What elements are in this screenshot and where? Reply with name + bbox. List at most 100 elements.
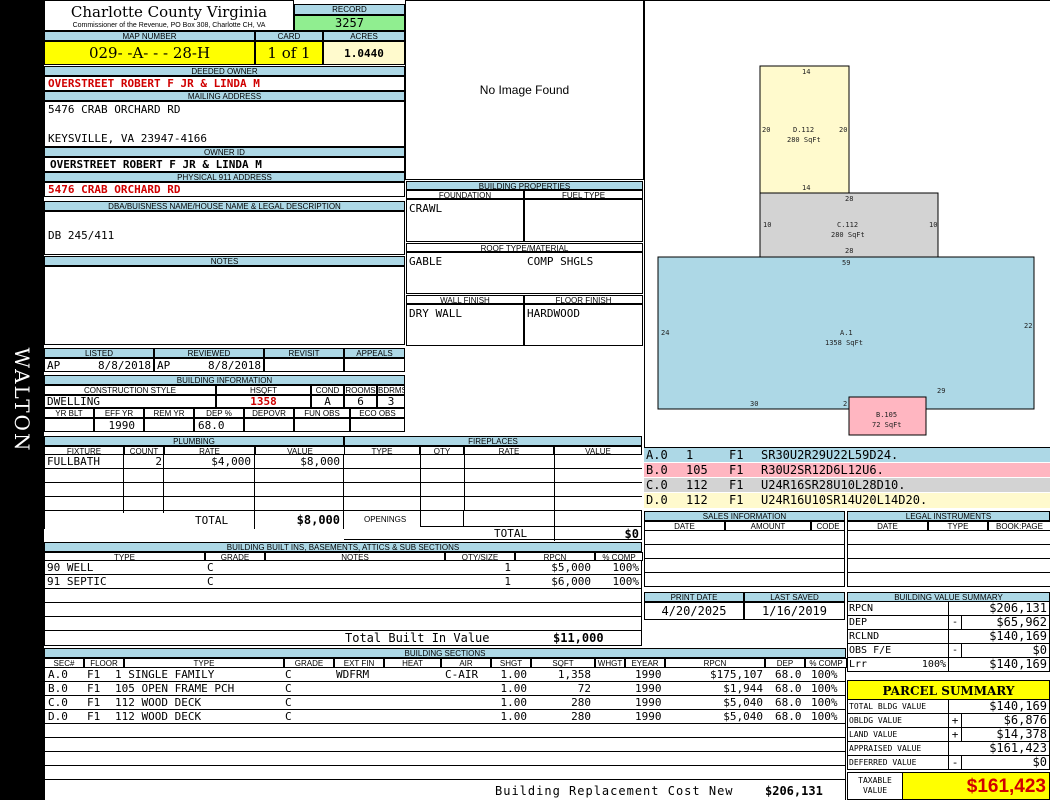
fun-obs-value [294, 418, 350, 432]
plumbing-rate-header: RATE [164, 446, 255, 455]
roof-box: GABLE COMP SHGLS [406, 252, 643, 294]
sales-label: SALES INFORMATION [644, 511, 845, 521]
legend-row-a: A.0 1 F1 SR30U2R29U22L59D24. [644, 448, 1050, 463]
revisit-label: REVISIT [264, 348, 344, 358]
legal-instruments: LEGAL INSTRUMENTS DATE TYPE BOOK:PAGE [847, 511, 1050, 587]
deferred-value: $0 [1032, 755, 1047, 769]
builtin-type-header: TYPE [44, 552, 205, 561]
section-grade: C [285, 710, 292, 723]
legend-code: 112 [686, 478, 708, 492]
openings-value [420, 511, 464, 527]
dep-header: DEP [765, 658, 805, 668]
section-shgt: 1.00 [500, 710, 528, 723]
plumbing-value: $8,000 [300, 455, 340, 468]
deferred-row: DEFERRED VALUE - $0 [847, 756, 1050, 770]
plumbing-count-header: COUNT [124, 446, 164, 455]
plumbing-fixture: FULLBATH [47, 455, 100, 468]
print-info: PRINT DATE LAST SAVED 4/20/2025 1/16/201… [644, 592, 845, 622]
listed-box: AP 8/8/2018 [44, 358, 154, 372]
legal-grid [848, 531, 1050, 586]
section-grade: C [285, 668, 292, 681]
bdrms-value: 3 [377, 395, 405, 408]
construction-style: DWELLING [44, 395, 216, 408]
heat-header: HEAT [384, 658, 441, 668]
d-section-label: D.112 [793, 126, 815, 134]
section-shgt: 1.00 [500, 682, 528, 695]
legend-row-b: B.0 105 F1 R30U2SR12D6L12U6. [644, 463, 1050, 478]
builtin-total: $11,000 [553, 631, 604, 645]
reviewed-label: REVIEWED [154, 348, 264, 358]
building-sections-label: BUILDING SECTIONS [44, 648, 846, 658]
physical-address-label: PHYSICAL 911 ADDRESS [44, 172, 405, 182]
depovr-label: DEPOVR [244, 408, 294, 418]
deferred-label: DEFERRED VALUE [849, 758, 917, 767]
total-bldg-row: TOTAL BLDG VALUE $140,169 [847, 700, 1050, 714]
listed-label: LISTED [44, 348, 154, 358]
dba-label: DBA/BUISNESS NAME/HOUSE NAME & LEGAL DES… [44, 201, 405, 211]
section-eyear: 1990 [635, 696, 662, 709]
wall-finish-value: DRY WALL [406, 304, 524, 346]
reviewed-by: AP [157, 359, 171, 372]
obs-value: $0 [1032, 643, 1047, 657]
cond-value: A [311, 395, 344, 408]
acres-value: 1.0440 [323, 41, 405, 65]
fireplace-value-header: VALUE [554, 446, 642, 455]
shgt-header: SHGT [491, 658, 531, 668]
section-sqft: 72 [577, 682, 591, 695]
yr-blt-label: YR BLT [44, 408, 94, 418]
section-sqft: 280 [571, 696, 591, 709]
hsqft-value: 1358 [216, 395, 311, 408]
legend-sec: D.0 [646, 493, 668, 507]
builtin-notes-header: NOTES [265, 552, 445, 561]
legend-code: 112 [686, 493, 708, 507]
notes-box[interactable] [44, 266, 405, 345]
legal-label: LEGAL INSTRUMENTS [847, 511, 1050, 521]
listed-date: 8/8/2018 [98, 359, 151, 372]
county-header: Charlotte County Virginia Commissioner o… [44, 0, 294, 31]
lrr-row: Lrr 100% $140,169 [847, 658, 1050, 672]
legal-type-header: TYPE [928, 521, 988, 531]
lrr-label: Lrr [849, 659, 868, 670]
mailing-line-1: 5476 CRAB ORCHARD RD [48, 103, 181, 116]
c-right-dim: 10 [929, 221, 938, 229]
mailing-address-box: 5476 CRAB ORCHARD RD KEYSVILLE, VA 23947… [44, 101, 405, 147]
whgt-header: WHGT [595, 658, 625, 668]
foundation-value: CRAWL [406, 199, 524, 242]
fireplace-divider-1 [420, 455, 421, 511]
deferred-sign: - [948, 756, 962, 769]
obldg-label: OBLDG VALUE [849, 716, 902, 725]
rpcn-header: RPCN [665, 658, 765, 668]
builtin-comp-header: % COMP [595, 552, 643, 561]
obldg-sign: + [948, 714, 962, 727]
section-sec: D.0 [48, 710, 68, 723]
section-rpcn: $175,107 [710, 668, 763, 681]
record-label: RECORD [294, 4, 405, 15]
c-bottom-dim: 28 [845, 247, 854, 255]
c-left-dim: 10 [763, 221, 772, 229]
county-address: Commissioner of the Revenue, PO Box 308,… [72, 22, 266, 29]
land-row: LAND VALUE + $14,378 [847, 728, 1050, 742]
reviewed-date: 8/8/2018 [208, 359, 261, 372]
d-left-dim: 20 [762, 126, 771, 134]
legend-floor: F1 [729, 463, 744, 477]
parcel-summary: PARCEL SUMMARY TOTAL BLDG VALUE $140,169… [847, 680, 1050, 800]
section-floor: F1 [87, 710, 101, 723]
building-info-label: BUILDING INFORMATION [44, 375, 405, 385]
section-floor: F1 [87, 682, 101, 695]
legend-sec: C.0 [646, 478, 668, 492]
obldg-value: $6,876 [1003, 713, 1047, 727]
obs-row: OBS F/E - $0 [847, 644, 1050, 658]
openings-label: OPENINGS [364, 515, 407, 524]
builtin-qty: 1 [504, 575, 511, 588]
plumbing-total-label: TOTAL [195, 514, 229, 527]
taxable-label-1: TAXABLE [858, 776, 892, 785]
section-air: C-AIR [445, 668, 479, 681]
b-area: 72 SqFt [872, 421, 902, 429]
section-comp: 100% [811, 710, 838, 723]
appraised-value: $161,423 [948, 742, 1047, 755]
owner-id-label: OWNER ID [44, 147, 405, 157]
plumbing-fixture-header: FIXTURE [44, 446, 124, 455]
a-top-dim: 59 [842, 259, 851, 267]
legend-path: U24R16SR28U10L28D10. [761, 478, 906, 492]
legend-row-d: D.0 112 F1 U24R16U10SR14U20L14D20. [644, 493, 1050, 508]
